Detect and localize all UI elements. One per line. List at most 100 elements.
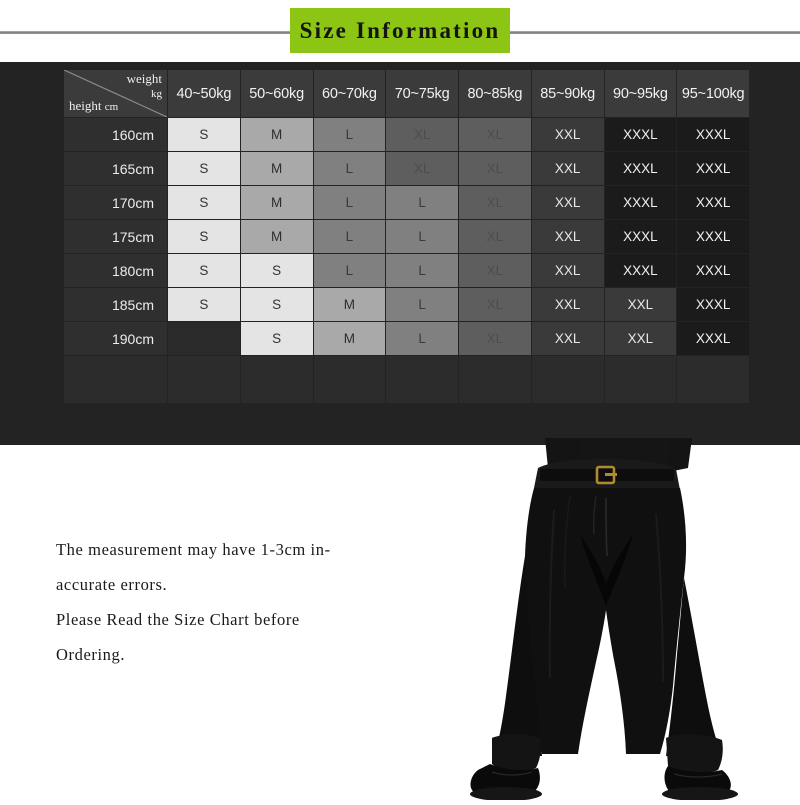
size-cell-190cm-70~75kg: L (386, 322, 458, 355)
row-header-2: 170cm (64, 186, 167, 219)
table-filler-cell (313, 356, 386, 403)
size-cell-180cm-50~60kg: S (240, 254, 313, 287)
size-cell-180cm-95~100kg: XXXL (677, 254, 749, 287)
table-filler-cell (677, 356, 749, 403)
size-cell-180cm-70~75kg: L (386, 254, 458, 287)
man-wearing-black-trousers-illustration (470, 438, 738, 801)
size-cell-180cm-80~85kg: XL (459, 254, 531, 287)
table-filler-cell (168, 356, 240, 403)
size-cell-160cm-70~75kg: XL (386, 118, 458, 151)
table-filler-cell (240, 356, 313, 403)
model-photo (430, 438, 800, 801)
row-header-3: 175cm (64, 220, 167, 253)
note-line-3: Ordering. (56, 645, 126, 664)
row-header-6: 190cm (64, 322, 167, 355)
column-header-7: 95~100kg (677, 70, 749, 117)
column-header-1: 50~60kg (240, 70, 313, 117)
row-header-1: 165cm (64, 152, 167, 185)
column-header-6: 90~95kg (604, 70, 677, 117)
note-line-0: The measurement may have 1-3cm in- (56, 540, 331, 559)
note-line-1: accurate errors. (56, 575, 168, 594)
measurement-notes: The measurement may have 1-3cm in- accur… (56, 532, 456, 672)
row-header-0: 160cm (64, 118, 167, 151)
size-cell-185cm-95~100kg: XXXL (677, 288, 749, 321)
column-header-5: 85~90kg (531, 70, 604, 117)
size-cell-165cm-70~75kg: XL (386, 152, 458, 185)
size-cell-190cm-40~50kg (168, 322, 240, 355)
height-axis-unit: cm (104, 101, 119, 113)
size-cell-175cm-85~90kg: XXL (531, 220, 604, 253)
size-cell-160cm-95~100kg: XXXL (677, 118, 749, 151)
table-filler-cell (604, 356, 677, 403)
size-cell-180cm-85~90kg: XXL (531, 254, 604, 287)
banner-area: Size Information (0, 0, 800, 62)
size-cell-160cm-60~70kg: L (313, 118, 386, 151)
table-filler-cell (64, 356, 167, 403)
size-cell-190cm-95~100kg: XXXL (677, 322, 749, 355)
size-cell-190cm-80~85kg: XL (459, 322, 531, 355)
table-body: 160cm S M L XL XL XXL XXXL XXXL 165cm S M L XL XL XXL XX… (64, 118, 749, 403)
size-cell-175cm-50~60kg: M (240, 220, 313, 253)
size-cell-165cm-60~70kg: L (313, 152, 386, 185)
table-row: 185cm S S M L XL XXL XXL XXXL (64, 288, 749, 321)
size-chart-panel: weight kg height cm 40~50kg 50~60kg 60~7… (0, 62, 800, 445)
table-header-row: weight kg height cm 40~50kg 50~60kg 60~7… (64, 70, 749, 117)
table-filler-cell (386, 356, 458, 403)
size-cell-165cm-40~50kg: S (168, 152, 240, 185)
column-header-0: 40~50kg (168, 70, 240, 117)
size-cell-160cm-85~90kg: XXL (531, 118, 604, 151)
size-cell-185cm-85~90kg: XXL (531, 288, 604, 321)
note-line-2: Please Read the Size Chart before (56, 610, 300, 629)
size-cell-170cm-60~70kg: L (313, 186, 386, 219)
size-cell-180cm-90~95kg: XXXL (604, 254, 677, 287)
page-title: Size Information (299, 17, 501, 43)
table-row: 180cm S S L L XL XXL XXXL XXXL (64, 254, 749, 287)
size-cell-165cm-85~90kg: XXL (531, 152, 604, 185)
size-chart-table: weight kg height cm 40~50kg 50~60kg 60~7… (63, 69, 750, 404)
size-cell-175cm-70~75kg: L (386, 220, 458, 253)
height-axis-text: height (69, 98, 102, 113)
size-cell-185cm-50~60kg: S (240, 288, 313, 321)
column-header-2: 60~70kg (313, 70, 386, 117)
weight-axis-text: weight (126, 71, 162, 86)
size-cell-185cm-40~50kg: S (168, 288, 240, 321)
size-cell-175cm-95~100kg: XXXL (677, 220, 749, 253)
size-cell-185cm-80~85kg: XL (459, 288, 531, 321)
size-cell-180cm-40~50kg: S (168, 254, 240, 287)
size-cell-170cm-50~60kg: M (240, 186, 313, 219)
size-cell-190cm-60~70kg: M (313, 322, 386, 355)
table-row: 190cm S M L XL XXL XXL XXXL (64, 322, 749, 355)
size-cell-165cm-80~85kg: XL (459, 152, 531, 185)
size-cell-160cm-90~95kg: XXXL (604, 118, 677, 151)
size-cell-180cm-60~70kg: L (313, 254, 386, 287)
size-cell-190cm-85~90kg: XXL (531, 322, 604, 355)
table-filler-cell (459, 356, 531, 403)
axis-corner-cell: weight kg height cm (64, 70, 167, 117)
table-row: 165cm S M L XL XL XXL XXXL XXXL (64, 152, 749, 185)
size-cell-160cm-50~60kg: M (240, 118, 313, 151)
size-cell-170cm-90~95kg: XXXL (604, 186, 677, 219)
table-header: weight kg height cm 40~50kg 50~60kg 60~7… (64, 70, 749, 117)
size-cell-190cm-50~60kg: S (240, 322, 313, 355)
size-cell-170cm-40~50kg: S (168, 186, 240, 219)
size-cell-165cm-90~95kg: XXXL (604, 152, 677, 185)
size-cell-185cm-70~75kg: L (386, 288, 458, 321)
size-cell-175cm-80~85kg: XL (459, 220, 531, 253)
size-cell-170cm-70~75kg: L (386, 186, 458, 219)
size-cell-165cm-95~100kg: XXXL (677, 152, 749, 185)
column-header-4: 80~85kg (459, 70, 531, 117)
row-header-5: 185cm (64, 288, 167, 321)
table-filler-row (64, 356, 749, 403)
size-cell-170cm-85~90kg: XXL (531, 186, 604, 219)
size-cell-190cm-90~95kg: XXL (604, 322, 677, 355)
table-row: 170cm S M L L XL XXL XXXL XXXL (64, 186, 749, 219)
size-cell-170cm-80~85kg: XL (459, 186, 531, 219)
size-cell-175cm-40~50kg: S (168, 220, 240, 253)
size-cell-170cm-95~100kg: XXXL (677, 186, 749, 219)
column-header-3: 70~75kg (386, 70, 458, 117)
table-row: 160cm S M L XL XL XXL XXXL XXXL (64, 118, 749, 151)
height-axis-label: height cm (69, 98, 118, 114)
size-information-banner: Size Information (290, 8, 510, 53)
size-cell-160cm-40~50kg: S (168, 118, 240, 151)
size-cell-185cm-90~95kg: XXL (604, 288, 677, 321)
